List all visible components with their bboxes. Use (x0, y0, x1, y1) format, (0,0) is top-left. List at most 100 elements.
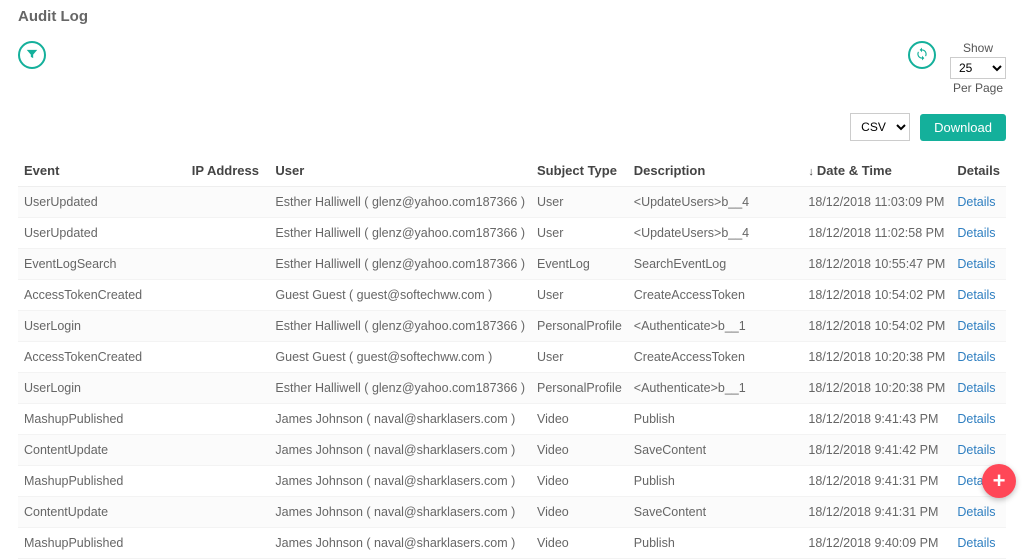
cell-user: Esther Halliwell ( glenz@yahoo.com187366… (269, 187, 531, 218)
details-link[interactable]: Details (957, 443, 995, 457)
cell-description: Publish (628, 466, 803, 497)
table-row: ContentUpdate James Johnson ( naval@shark… (18, 435, 1006, 466)
refresh-icon (915, 47, 929, 64)
export-row: CSV Download (18, 113, 1006, 141)
refresh-button[interactable] (908, 41, 936, 69)
col-event[interactable]: Event (18, 155, 186, 187)
cell-ip (186, 280, 270, 311)
col-date[interactable]: ↓Date & Time (802, 155, 951, 187)
cell-event: UserLogin (18, 311, 186, 342)
table-row: UserLogin Esther Halliwell ( glenz@yahoo.… (18, 373, 1006, 404)
table-row: ContentUpdateJames Johnson ( naval@shark… (18, 497, 1006, 528)
cell-user: James Johnson ( naval@sharklasers.com ) (269, 528, 531, 559)
cell-description: SearchEventLog (628, 249, 803, 280)
cell-user: Esther Halliwell ( glenz@yahoo.com187366… (269, 249, 531, 280)
details-link[interactable]: Details (957, 350, 995, 364)
cell-description: SaveContent (628, 497, 803, 528)
export-format-select[interactable]: CSV (850, 113, 910, 141)
filter-button[interactable] (18, 41, 46, 69)
cell-description: Publish (628, 528, 803, 559)
page-title: Audit Log (18, 8, 1006, 25)
cell-ip (186, 342, 270, 373)
cell-subject: Video (531, 466, 628, 497)
table-row: AccessTokenCreatedGuest Guest ( guest@so… (18, 280, 1006, 311)
details-link[interactable]: Details (957, 536, 995, 550)
cell-subject: User (531, 187, 628, 218)
cell-user: Esther Halliwell ( glenz@yahoo.com187366… (269, 311, 531, 342)
table-row: EventLogSearch Esther Halliwell ( glenz@y… (18, 249, 1006, 280)
cell-description: Publish (628, 404, 803, 435)
cell-ip (186, 249, 270, 280)
cell-ip (186, 187, 270, 218)
sort-desc-icon: ↓ (808, 166, 814, 178)
cell-date: 18/12/2018 10:55:47 PM (802, 249, 951, 280)
add-fab[interactable]: + (982, 464, 1016, 498)
cell-subject: Video (531, 404, 628, 435)
cell-date: 18/12/2018 11:02:58 PM (802, 218, 951, 249)
col-description[interactable]: Description (628, 155, 803, 187)
cell-user: James Johnson ( naval@sharklasers.com ) (269, 435, 531, 466)
details-link[interactable]: Details (957, 257, 995, 271)
col-user[interactable]: User (269, 155, 531, 187)
cell-date: 18/12/2018 10:20:38 PM (802, 373, 951, 404)
col-ip[interactable]: IP Address (186, 155, 270, 187)
table-row: UserUpdatedEsther Halliwell ( glenz@yaho… (18, 187, 1006, 218)
cell-user: James Johnson ( naval@sharklasers.com ) (269, 466, 531, 497)
cell-event: MashupPublished (18, 466, 186, 497)
table-row: UserUpdated Esther Halliwell ( glenz@yaho… (18, 218, 1006, 249)
cell-event: AccessTokenCreated (18, 342, 186, 373)
cell-description: <UpdateUsers>b__4 (628, 187, 803, 218)
cell-event: UserUpdated (18, 218, 186, 249)
per-page-label: Per Page (953, 81, 1003, 95)
cell-event: MashupPublished (18, 404, 186, 435)
cell-ip (186, 528, 270, 559)
page-size-select[interactable]: 25 (950, 57, 1006, 79)
cell-event: ContentUpdate (18, 435, 186, 466)
cell-ip (186, 218, 270, 249)
cell-description: <Authenticate>b__1 (628, 373, 803, 404)
details-link[interactable]: Details (957, 412, 995, 426)
table-row: MashupPublishedJames Johnson ( naval@sha… (18, 528, 1006, 559)
cell-event: UserLogin (18, 373, 186, 404)
cell-subject: User (531, 218, 628, 249)
cell-date: 18/12/2018 10:54:02 PM (802, 311, 951, 342)
audit-table: Event IP Address User Subject Type Descr… (18, 155, 1006, 559)
cell-description: CreateAccessToken (628, 280, 803, 311)
plus-icon: + (993, 468, 1006, 494)
details-link[interactable]: Details (957, 288, 995, 302)
details-link[interactable]: Details (957, 226, 995, 240)
download-button[interactable]: Download (920, 114, 1006, 141)
cell-date: 18/12/2018 9:41:31 PM (802, 497, 951, 528)
cell-subject: User (531, 342, 628, 373)
cell-ip (186, 497, 270, 528)
page-size-block: Show 25 Per Page (950, 41, 1006, 95)
cell-subject: User (531, 280, 628, 311)
details-link[interactable]: Details (957, 195, 995, 209)
cell-subject: PersonalProfile (531, 373, 628, 404)
details-link[interactable]: Details (957, 505, 995, 519)
cell-date: 18/12/2018 9:41:31 PM (802, 466, 951, 497)
cell-subject: Video (531, 528, 628, 559)
table-header-row: Event IP Address User Subject Type Descr… (18, 155, 1006, 187)
cell-event: EventLogSearch (18, 249, 186, 280)
cell-description: <Authenticate>b__1 (628, 311, 803, 342)
filter-icon (25, 47, 39, 64)
cell-subject: Video (531, 497, 628, 528)
details-link[interactable]: Details (957, 381, 995, 395)
table-row: MashupPublished James Johnson ( naval@sha… (18, 466, 1006, 497)
cell-user: Esther Halliwell ( glenz@yahoo.com187366… (269, 373, 531, 404)
table-row: MashupPublishedJames Johnson ( naval@sha… (18, 404, 1006, 435)
table-row: AccessTokenCreatedGuest Guest ( guest@so… (18, 342, 1006, 373)
cell-subject: EventLog (531, 249, 628, 280)
col-subject[interactable]: Subject Type (531, 155, 628, 187)
cell-ip (186, 311, 270, 342)
cell-subject: Video (531, 435, 628, 466)
cell-user: Esther Halliwell ( glenz@yahoo.com187366… (269, 218, 531, 249)
cell-event: ContentUpdate (18, 497, 186, 528)
details-link[interactable]: Details (957, 319, 995, 333)
cell-date: 18/12/2018 9:41:42 PM (802, 435, 951, 466)
cell-date: 18/12/2018 11:03:09 PM (802, 187, 951, 218)
cell-ip (186, 435, 270, 466)
cell-user: Guest Guest ( guest@softechww.com ) (269, 280, 531, 311)
cell-subject: PersonalProfile (531, 311, 628, 342)
